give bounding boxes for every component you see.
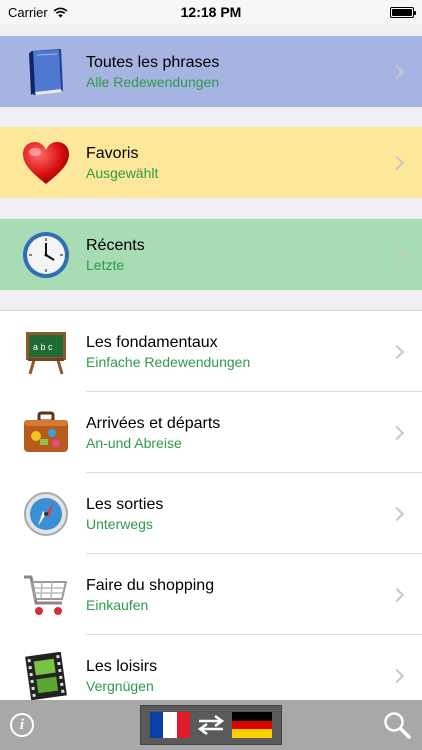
- book-icon: [20, 46, 72, 98]
- row-title: Les loisirs: [86, 657, 158, 675]
- row-favorites[interactable]: Favoris Ausgewählt: [0, 127, 422, 198]
- battery-fill: [392, 8, 412, 16]
- svg-text:a b c: a b c: [33, 342, 53, 352]
- row-all-phrases[interactable]: Toutes les phrases Alle Redewendungen: [0, 36, 422, 107]
- row-title: Arrivées et départs: [86, 414, 221, 432]
- blackboard-icon: a b c: [20, 326, 72, 378]
- language-switch-button[interactable]: [140, 705, 282, 745]
- row-title: Toutes les phrases: [86, 53, 220, 71]
- row-subtitle: Ausgewählt: [86, 164, 159, 181]
- heart-icon: [20, 137, 72, 189]
- chevron-right-icon: [389, 668, 405, 683]
- row-category-outings[interactable]: Les sorties Unterwegs: [0, 473, 422, 554]
- row-texts: Les loisirs Vergnügen: [86, 657, 157, 695]
- row-texts: Favoris Ausgewählt: [86, 144, 158, 182]
- search-icon[interactable]: [382, 710, 412, 740]
- chevron-right-icon: [389, 344, 405, 359]
- row-texts: Arrivées et départs An-und Abreise: [86, 414, 220, 452]
- chevron-right-icon: [389, 155, 405, 170]
- france-flag-icon: [150, 712, 190, 738]
- status-left: Carrier: [8, 5, 68, 20]
- info-icon[interactable]: i: [10, 713, 34, 737]
- row-texts: Les fondamentaux Einfache Redewendungen: [86, 333, 250, 371]
- chevron-right-icon: [389, 506, 405, 521]
- shopping-cart-icon: [20, 569, 72, 621]
- row-category-basics[interactable]: a b c Les fondamentaux Einfache Redewend…: [0, 311, 422, 392]
- wifi-icon: [53, 7, 68, 17]
- row-recents[interactable]: Récents Letzte: [0, 219, 422, 290]
- chevron-right-icon: [389, 247, 405, 262]
- row-title: Récents: [86, 236, 145, 254]
- row-subtitle: Unterwegs: [86, 515, 153, 532]
- swap-arrows-icon: [197, 715, 225, 735]
- row-title: Les sorties: [86, 495, 164, 513]
- row-title: Les fondamentaux: [86, 333, 218, 351]
- carrier-label: Carrier: [8, 4, 48, 20]
- row-category-arrivals[interactable]: Arrivées et départs An-und Abreise: [0, 392, 422, 473]
- row-subtitle: Alle Redewendungen: [86, 73, 220, 90]
- row-title: Faire du shopping: [86, 576, 215, 594]
- battery-icon: [390, 6, 416, 18]
- germany-flag-icon: [232, 712, 272, 739]
- row-texts: Toutes les phrases Alle Redewendungen: [86, 53, 219, 91]
- row-subtitle: An-und Abreise: [86, 434, 182, 451]
- clock-icon: [20, 229, 72, 281]
- chevron-right-icon: [389, 587, 405, 602]
- suitcase-icon: [20, 407, 72, 459]
- bottom-toolbar: i: [0, 700, 422, 750]
- row-category-shopping[interactable]: Faire du shopping Einkaufen: [0, 554, 422, 635]
- row-texts: Faire du shopping Einkaufen: [86, 576, 214, 614]
- row-subtitle: Vergnügen: [86, 677, 154, 694]
- row-subtitle: Einkaufen: [86, 596, 149, 613]
- chevron-right-icon: [389, 425, 405, 440]
- chevron-right-icon: [389, 64, 405, 79]
- row-subtitle: Einfache Redewendungen: [86, 353, 251, 370]
- row-texts: Récents Letzte: [86, 236, 145, 274]
- row-subtitle: Letzte: [86, 256, 125, 273]
- film-strip-icon: [20, 650, 72, 702]
- row-texts: Les sorties Unterwegs: [86, 495, 163, 533]
- status-bar: Carrier 12:18 PM: [0, 0, 422, 24]
- row-title: Favoris: [86, 144, 139, 162]
- compass-icon: [20, 488, 72, 540]
